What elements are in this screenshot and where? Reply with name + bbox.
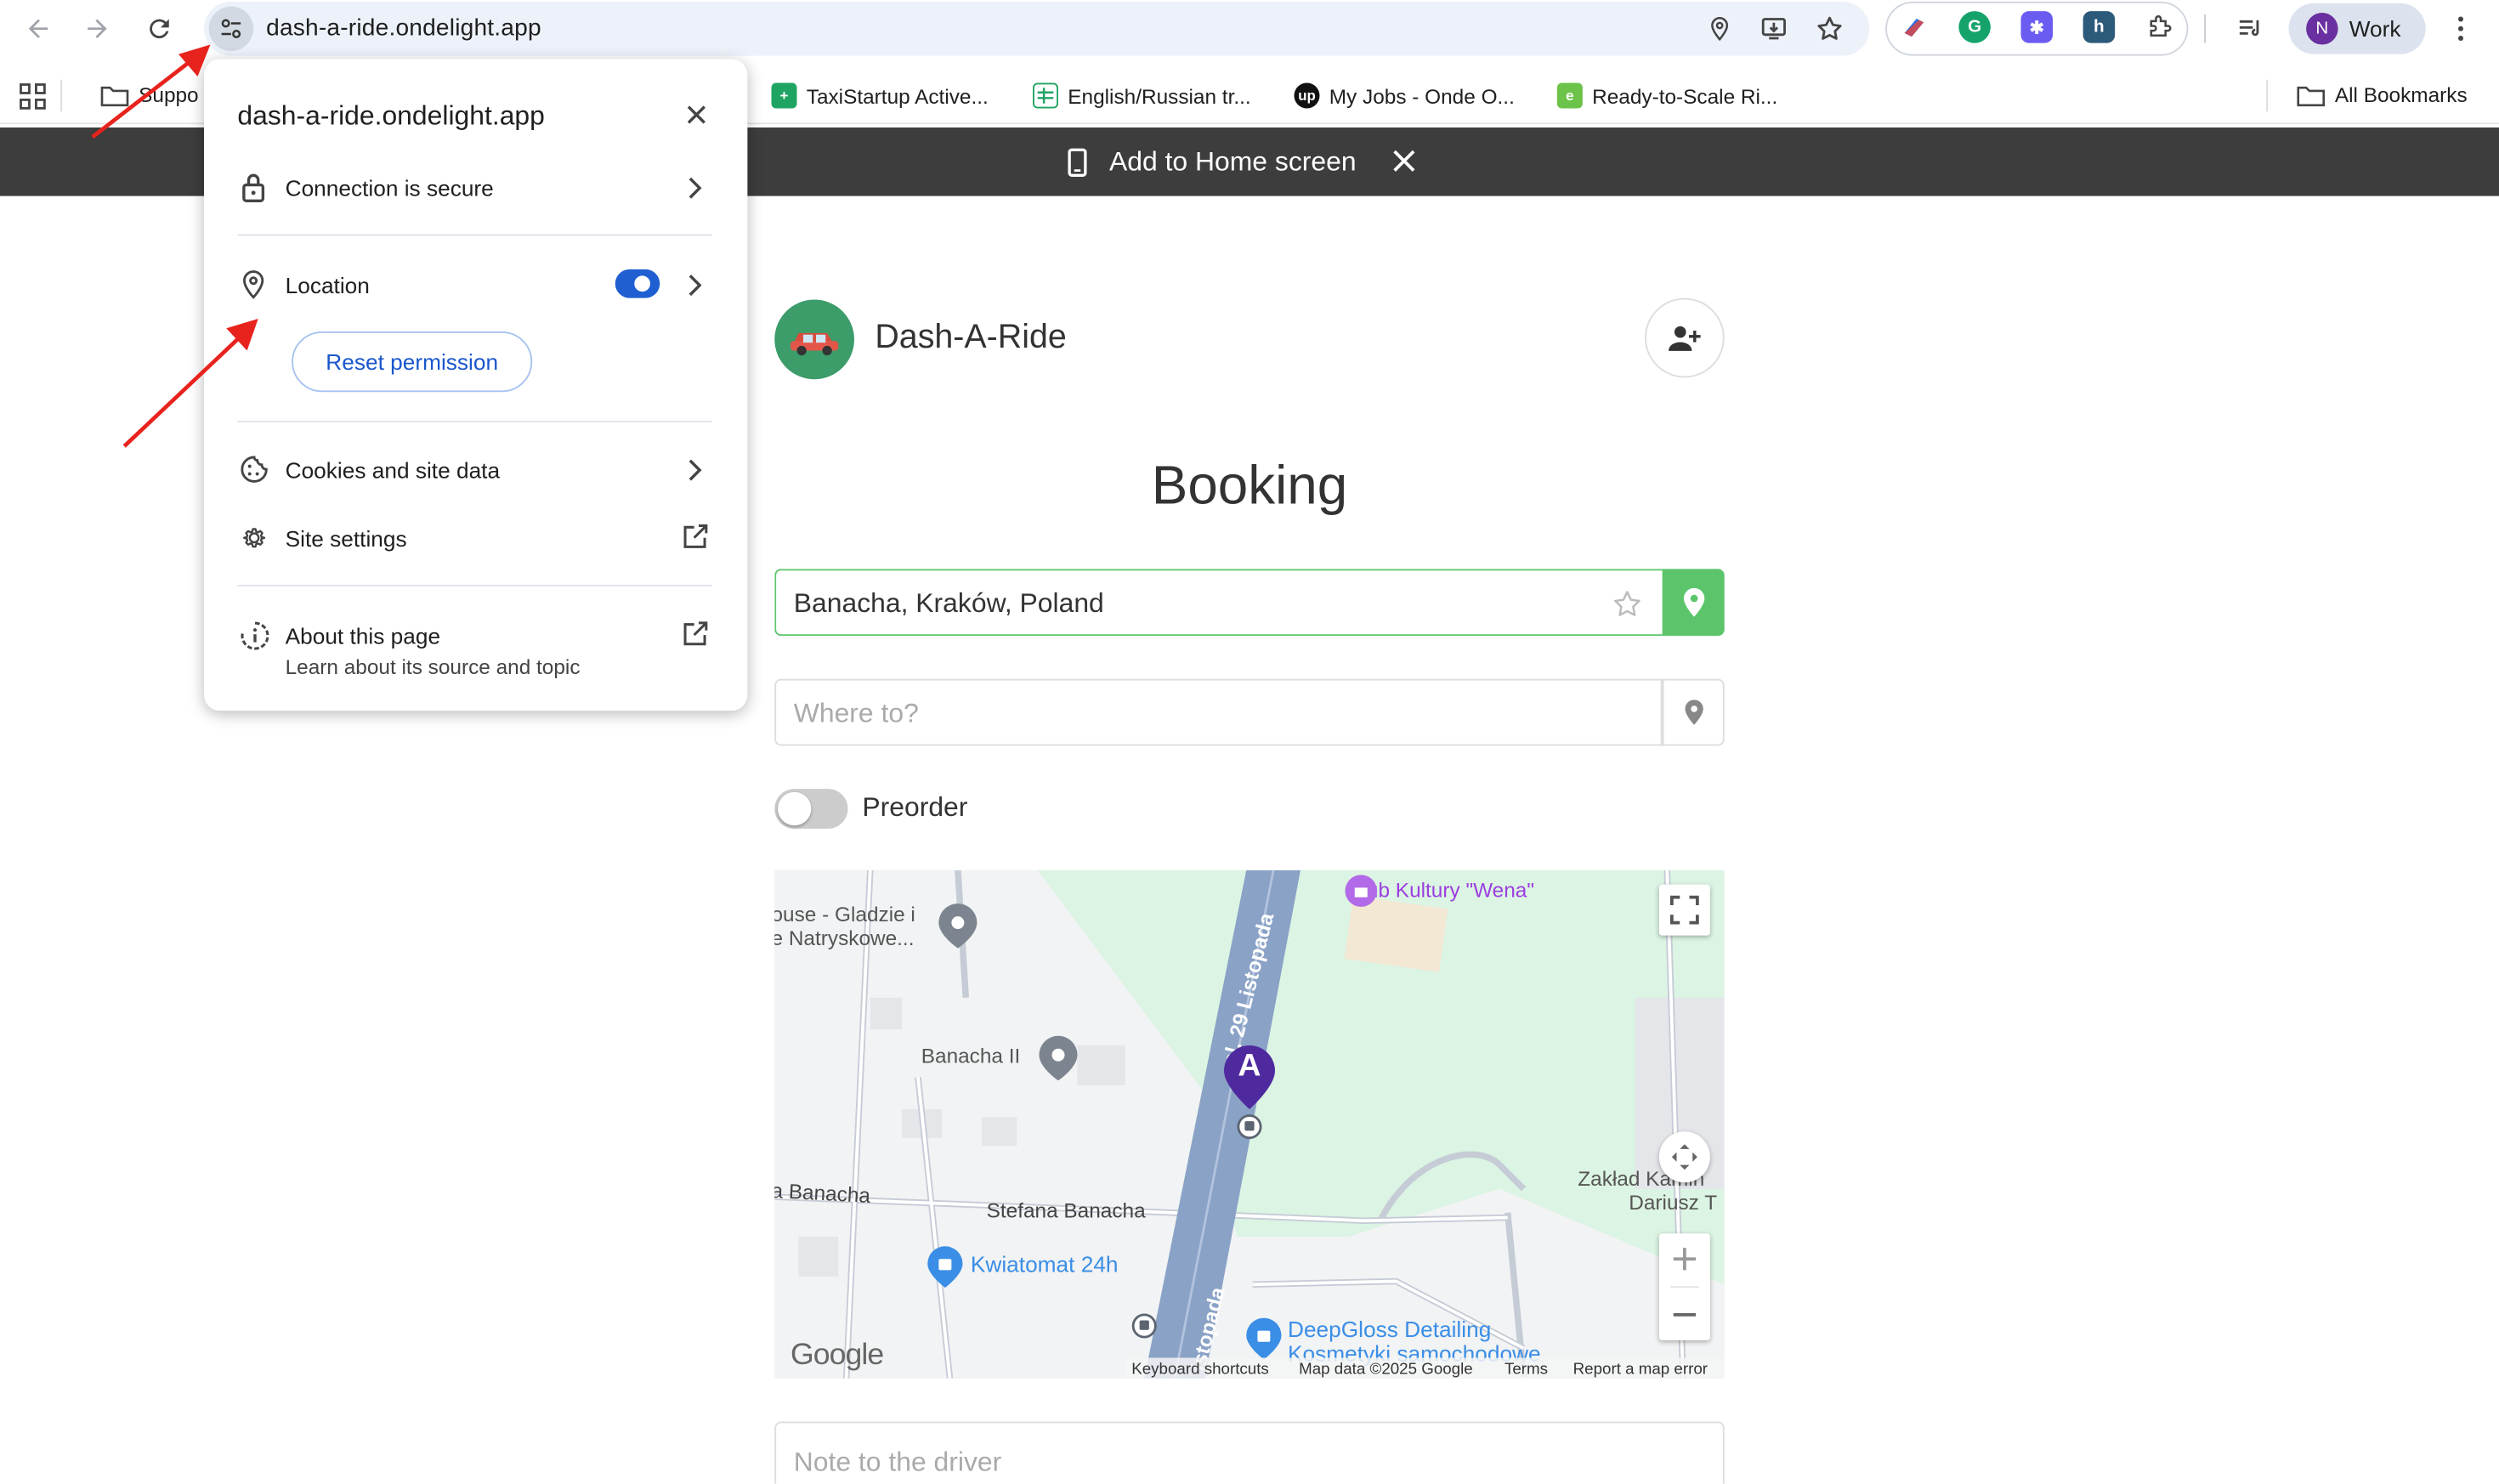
upwork-icon: up [1294, 82, 1320, 109]
add-user-button[interactable] [1645, 297, 1725, 378]
map[interactable]: ouse - Gladzie i e Natryskowe... Klub Ku… [774, 869, 1725, 1379]
preorder-label: Preorder [862, 791, 968, 823]
map-label-house: ouse - Gladzie i [774, 902, 915, 926]
google-logo: Google [790, 1339, 884, 1373]
driver-note-placeholder[interactable]: Note to the driver [794, 1447, 1002, 1480]
extension-1-icon[interactable] [1898, 11, 1930, 43]
open-external-icon[interactable] [683, 523, 710, 550]
map-fullscreen-button[interactable] [1658, 884, 1710, 936]
bookmark-label: English/Russian tr... [1068, 83, 1251, 108]
chevron-right-icon[interactable] [687, 275, 703, 297]
annotation-arrows [91, 44, 258, 448]
map-label-street: a Banacha [774, 1178, 871, 1208]
zoom-in-icon[interactable] [1672, 1246, 1697, 1272]
map-pin-icon [1683, 587, 1704, 617]
bookmark-label: Ready-to-Scale Ri... [1592, 83, 1778, 108]
extension-3-icon[interactable]: ✱ [2020, 11, 2053, 43]
doc-icon: e [1556, 82, 1583, 109]
all-bookmarks[interactable]: All Bookmarks [2297, 83, 2468, 107]
camera-control-icon [1671, 1144, 1697, 1170]
about-page-row[interactable]: About this page [286, 623, 440, 649]
about-page-subtitle: Learn about its source and topic [285, 654, 581, 679]
location-toggle-knob [634, 275, 650, 292]
marker-a-label: A [1238, 1048, 1261, 1084]
map-label-banacha2: Banacha II [921, 1044, 1021, 1068]
zoom-out-icon[interactable] [1672, 1302, 1697, 1328]
poi-marker-icon[interactable] [1038, 1034, 1080, 1082]
app-logo [774, 299, 854, 380]
map-label-house: e Natryskowe... [774, 926, 915, 950]
map-camera-control[interactable] [1658, 1131, 1710, 1183]
toolbar-separator [2204, 14, 2206, 43]
shop-marker-icon[interactable] [1244, 1317, 1283, 1362]
bookmark-label: TaxiStartup Active... [806, 83, 989, 108]
profile-name: Work [2349, 15, 2401, 42]
bookmark-label: My Jobs - Onde O... [1329, 83, 1515, 108]
extensions-puzzle-icon[interactable] [2143, 11, 2176, 43]
bus-stop-icon[interactable] [1237, 1114, 1262, 1140]
location-icon[interactable] [1703, 11, 1737, 46]
bookmark-my-jobs[interactable]: up My Jobs - Onde O... [1294, 82, 1515, 109]
grammarly-icon[interactable]: G [1958, 11, 1991, 43]
reading-list-icon[interactable] [2233, 11, 2268, 46]
bookmark-separator [2266, 79, 2269, 112]
car-icon [790, 332, 839, 356]
folder-icon [2297, 85, 2326, 106]
poi-marker-icon[interactable] [938, 902, 979, 949]
favorite-star-icon[interactable] [1612, 588, 1644, 620]
map-terms[interactable]: Terms [1504, 1361, 1548, 1379]
map-label-zaklad: Dariusz T [1629, 1190, 1718, 1215]
destination-locate-button[interactable] [1662, 678, 1725, 746]
close-icon[interactable] [1391, 148, 1417, 173]
open-external-icon[interactable] [683, 620, 710, 647]
map-data-credit: Map data ©2025 Google [1299, 1361, 1473, 1379]
popup-divider [237, 585, 713, 586]
destination-placeholder[interactable]: Where to? [794, 698, 919, 730]
page-title: Booking [1151, 456, 1348, 517]
map-report-error[interactable]: Report a map error [1573, 1361, 1708, 1379]
gear-icon [239, 523, 269, 553]
add-user-icon [1669, 326, 1701, 351]
sheets-plus-icon: + [771, 82, 797, 109]
app-name: Dash-A-Ride [875, 319, 1067, 356]
menu-kebab-icon[interactable] [2448, 13, 2474, 45]
preorder-toggle-knob [778, 791, 812, 826]
bus-stop-icon[interactable] [1131, 1313, 1157, 1339]
shop-marker-icon[interactable] [926, 1244, 964, 1289]
map-label-kwiatomat: Kwiatomat 24h [970, 1250, 1119, 1277]
add-to-home-label[interactable]: Add to Home screen [1109, 147, 1357, 179]
all-bookmarks-label: All Bookmarks [2334, 82, 2468, 107]
extension-4-icon[interactable]: h [2082, 11, 2116, 43]
install-app-icon[interactable] [1756, 11, 1791, 46]
chevron-right-icon[interactable] [687, 177, 703, 199]
bookmark-star-icon[interactable] [1812, 11, 1847, 46]
map-label-deepgloss: DeepGloss Detailing [1288, 1316, 1492, 1342]
popup-close-icon[interactable] [685, 104, 707, 126]
club-marker-icon[interactable] [1344, 874, 1379, 912]
phone-icon [1068, 148, 1087, 177]
bookmark-english-russian[interactable]: English/Russian tr... [1033, 82, 1251, 109]
bookmark-ready-to-scale[interactable]: e Ready-to-Scale Ri... [1556, 82, 1778, 109]
pickup-value[interactable]: Banacha, Kraków, Poland [794, 588, 1104, 620]
zoom-divider [1670, 1286, 1699, 1288]
fullscreen-icon [1670, 895, 1699, 925]
sheets-icon [1033, 82, 1058, 109]
about-page-icon [239, 620, 271, 652]
bookmark-taxistartup[interactable]: + TaxiStartup Active... [771, 82, 989, 109]
map-label-street: Stefana Banacha [986, 1198, 1146, 1223]
pickup-locate-button[interactable] [1662, 569, 1725, 637]
site-settings-row[interactable]: Site settings [286, 526, 407, 552]
map-pin-icon [1684, 700, 1703, 725]
chevron-right-icon[interactable] [687, 459, 703, 481]
avatar: N [2306, 13, 2338, 45]
map-keyboard-shortcuts[interactable]: Keyboard shortcuts [1131, 1361, 1269, 1379]
